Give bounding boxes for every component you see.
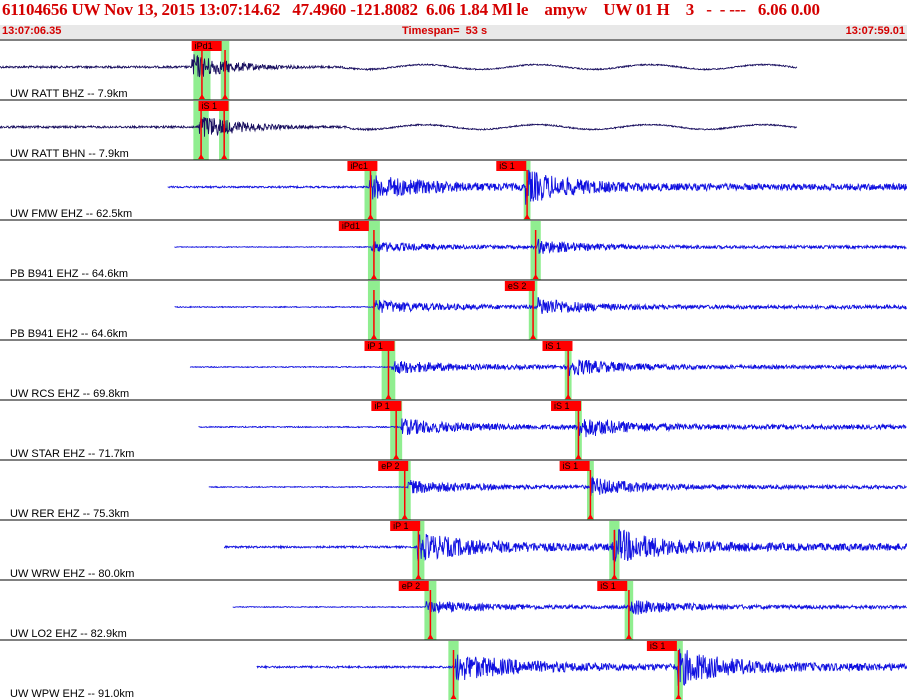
trace-10[interactable]: iS 1 UW WPW EHZ -- 91.0km (0, 639, 907, 700)
waveform (189, 359, 907, 377)
waveform (256, 648, 907, 686)
trace-label: UW RATT BHN -- 7.9km (10, 148, 129, 160)
seismogram-plot[interactable]: iPd1 UW RATT BHZ -- 7.9km iS 1 UW RATT BHN … (0, 0, 907, 700)
trace-label: UW FMW EHZ -- 62.5km (10, 208, 132, 220)
trace-2[interactable]: iPc1 iS 1 UW FMW EHZ -- 62.5km (0, 159, 907, 220)
trace-9[interactable]: eP 2 iS 1 UW LO2 EHZ -- 82.9km (0, 579, 907, 640)
pick-label: iP 1 (368, 341, 383, 351)
trace-label: UW RATT BHZ -- 7.9km (10, 88, 128, 100)
pick-label: eP 2 (381, 461, 399, 471)
trace-4[interactable]: eS 2 PB B941 EH2 -- 64.6km (0, 279, 907, 340)
pick-label: iS 1 (545, 341, 561, 351)
trace-3[interactable]: iPd1 PB B941 EHZ -- 64.6km (0, 219, 907, 280)
pick-label: iS 1 (202, 101, 218, 111)
pick-label: iPd1 (342, 221, 360, 231)
trace-label: UW STAR EHZ -- 71.7km (10, 448, 134, 460)
waveform (223, 528, 907, 564)
trace-label: PB B941 EH2 -- 64.6km (10, 328, 127, 340)
waveform (174, 296, 907, 314)
trace-label: UW RCS EHZ -- 69.8km (10, 388, 129, 400)
trace-label: UW RER EHZ -- 75.3km (10, 508, 129, 520)
pick-label: iP 1 (393, 521, 408, 531)
trace-label: UW WRW EHZ -- 80.0km (10, 568, 134, 580)
trace-6[interactable]: iP 1 iS 1 UW STAR EHZ -- 71.7km (0, 399, 907, 460)
trace-label: UW LO2 EHZ -- 82.9km (10, 628, 127, 640)
trace-1[interactable]: iS 1 UW RATT BHN -- 7.9km (0, 99, 907, 160)
pick-label: eP 2 (402, 581, 420, 591)
pick-label: iPd1 (195, 41, 213, 51)
pick-label: iPc1 (350, 161, 368, 171)
trace-label: PB B941 EHZ -- 64.6km (10, 268, 128, 280)
pick-label: iS 1 (650, 641, 666, 651)
trace-7[interactable]: eP 2 iS 1 UW RER EHZ -- 75.3km (0, 459, 907, 520)
pick-label: iS 1 (554, 401, 570, 411)
trace-0[interactable]: iPd1 UW RATT BHZ -- 7.9km (0, 39, 907, 100)
waveform (208, 476, 907, 496)
waveform (0, 116, 798, 137)
pick-label: eS 2 (508, 281, 527, 291)
pick-label: iS 1 (563, 461, 579, 471)
trace-8[interactable]: iP 1 UW WRW EHZ -- 80.0km (0, 519, 907, 580)
waveform (198, 418, 907, 438)
waveform (232, 600, 907, 615)
pick-label: iS 1 (600, 581, 616, 591)
waveform (167, 169, 907, 205)
trace-5[interactable]: iP 1 iS 1 UW RCS EHZ -- 69.8km (0, 339, 907, 400)
trace-label: UW WPW EHZ -- 91.0km (10, 688, 134, 700)
pick-label: iP 1 (374, 401, 389, 411)
pick-label: iS 1 (499, 161, 515, 171)
waveform (0, 54, 798, 78)
seismogram-viewer: 61104656 UW Nov 13, 2015 13:07:14.62 47.… (0, 0, 907, 700)
